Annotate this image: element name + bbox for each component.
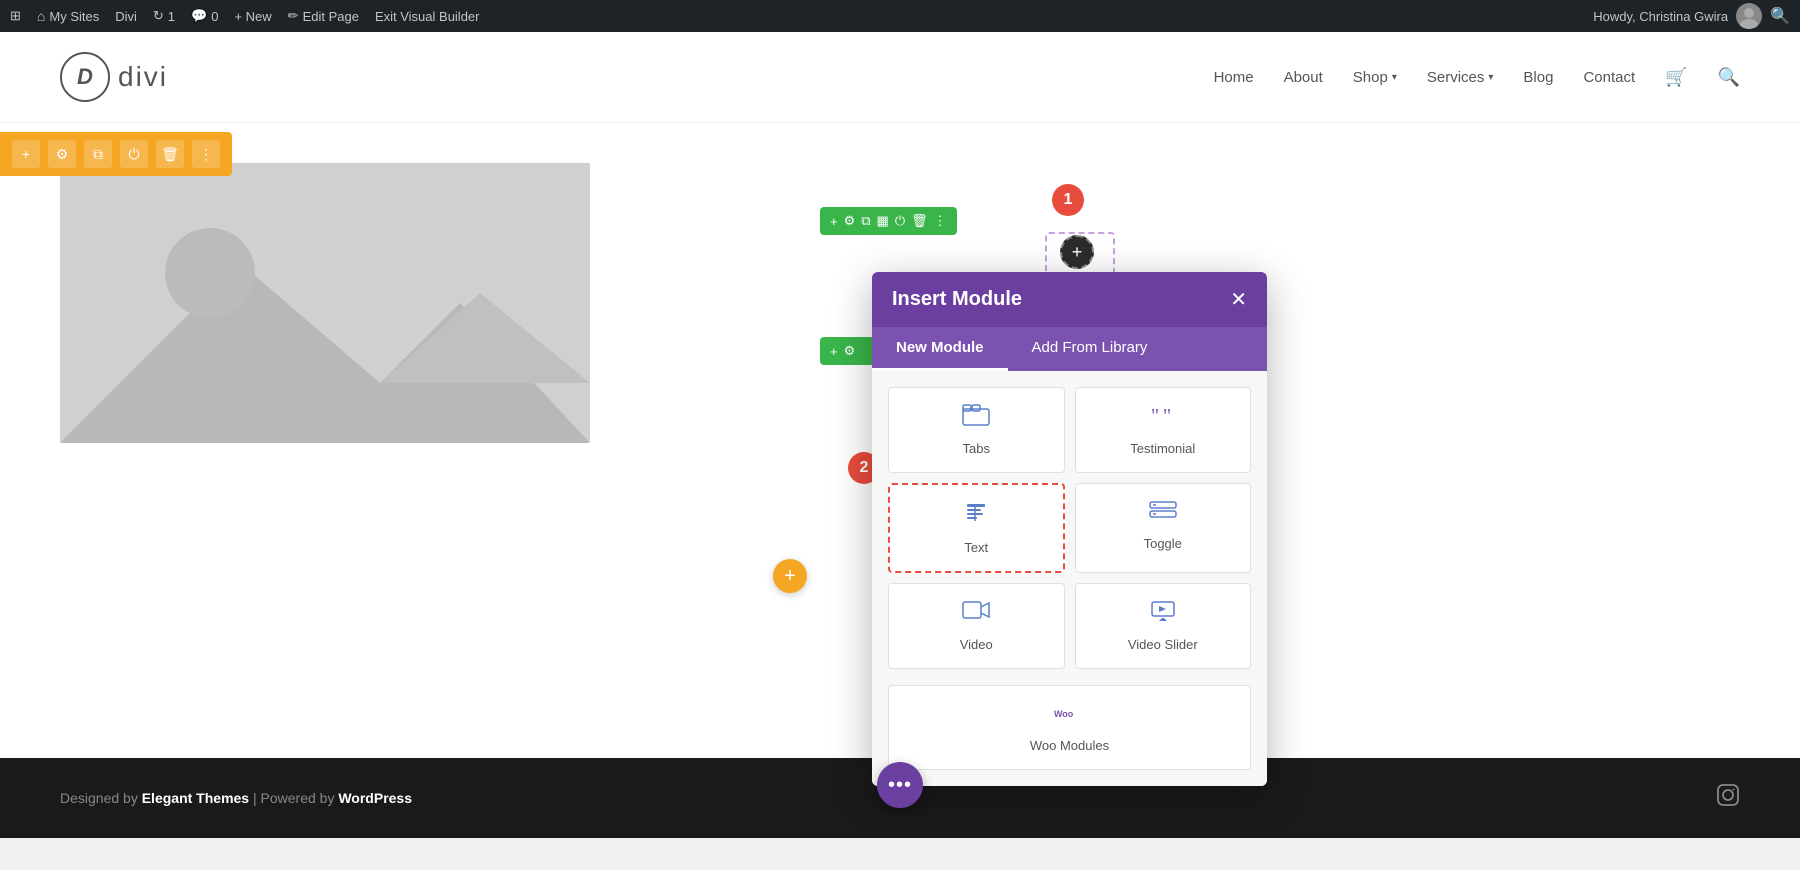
new-label: + New (234, 9, 271, 24)
add-module-btn[interactable]: + (1060, 235, 1094, 269)
logo-letter: D (77, 64, 93, 90)
cart-icon[interactable]: 🛒 (1665, 67, 1687, 88)
svg-text:": " (1151, 405, 1159, 426)
module-tabs[interactable]: Tabs (888, 387, 1065, 473)
row-grid-btn[interactable]: ▦ (877, 213, 889, 229)
toolbar-settings-btn[interactable]: ⚙ (48, 140, 76, 168)
module-woo[interactable]: Woo Woo Modules (888, 685, 1251, 770)
testimonial-icon: " " (1149, 404, 1177, 433)
shop-arrow-icon: ▾ (1392, 72, 1397, 83)
dialog-header: Insert Module ✕ (872, 272, 1267, 327)
exit-label: Exit Visual Builder (375, 9, 480, 24)
edit-page-btn[interactable]: ✏ Edit Page (288, 8, 359, 24)
video-label: Video (960, 637, 993, 652)
section-builder-toolbar: + ⚙ ⧉ ⏻ 🗑 ⋮ (0, 132, 232, 176)
nav-search-icon[interactable]: 🔍 (1718, 67, 1740, 88)
module-toggle[interactable]: Toggle (1075, 483, 1252, 573)
row-add-btn[interactable]: + (830, 214, 838, 229)
site-header: D divi Home About Shop ▾ Services ▾ Blog (0, 32, 1800, 123)
services-arrow-icon: ▾ (1488, 72, 1493, 83)
divi-btn[interactable]: Divi (115, 9, 137, 24)
howdy-text: Howdy, Christina Gwira (1593, 9, 1728, 24)
dialog-tabs: New Module Add From Library (872, 327, 1267, 371)
update-icon: ↻ (153, 8, 164, 24)
row-settings-btn[interactable]: ⚙ (844, 213, 856, 229)
toggle-label: Toggle (1144, 536, 1182, 551)
admin-bar-right: Howdy, Christina Gwira 🔍 (1593, 3, 1790, 29)
site-wrapper: D divi Home About Shop ▾ Services ▾ Blog (0, 32, 1800, 838)
image-placeholder (60, 163, 590, 443)
tabs-icon (962, 404, 990, 433)
avatar (1736, 3, 1762, 29)
row-duplicate-btn[interactable]: ⧉ (861, 213, 870, 229)
logo-circle: D (60, 52, 110, 102)
svg-text:": " (1163, 405, 1171, 426)
footer-instagram-icon[interactable] (1716, 783, 1740, 813)
svg-text:Woo: Woo (1054, 709, 1074, 719)
text-label: Text (964, 540, 988, 555)
toolbar-toggle-btn[interactable]: ⏻ (120, 140, 148, 168)
toggle-icon (1149, 500, 1177, 528)
toolbar-add-btn[interactable]: + (12, 140, 40, 168)
video-slider-icon (1149, 600, 1177, 629)
video-icon (962, 600, 990, 629)
comments-count: 0 (211, 9, 218, 24)
module-text[interactable]: Text (888, 483, 1065, 573)
woo-label: Woo Modules (1030, 738, 1109, 753)
woo-row: Woo Woo Modules (872, 685, 1267, 786)
row2-add-btn[interactable]: + (830, 344, 838, 359)
tab-new-module[interactable]: New Module (872, 327, 1008, 371)
row-delete-btn[interactable]: 🗑 (911, 213, 928, 229)
row2-settings-btn[interactable]: ⚙ (844, 343, 856, 359)
my-sites-btn[interactable]: ⌂ My Sites (37, 8, 99, 24)
insert-module-dialog: Insert Module ✕ New Module Add From Libr… (872, 272, 1267, 786)
toolbar-more-btn[interactable]: ⋮ (192, 140, 220, 168)
nav-shop[interactable]: Shop ▾ (1353, 69, 1397, 86)
site-logo[interactable]: D divi (60, 52, 168, 102)
video-slider-label: Video Slider (1128, 637, 1198, 652)
nav-about[interactable]: About (1284, 69, 1323, 86)
row-toggle-btn[interactable]: ⏻ (895, 213, 905, 229)
row-builder-toolbar: + ⚙ ⧉ ▦ ⏻ 🗑 ⋮ (820, 207, 957, 235)
comments-btn[interactable]: 💬 0 (191, 8, 218, 24)
toolbar-duplicate-btn[interactable]: ⧉ (84, 140, 112, 168)
my-sites-label: My Sites (49, 9, 99, 24)
nav-services[interactable]: Services ▾ (1427, 69, 1494, 86)
comment-icon: 💬 (191, 8, 207, 24)
logo-name: divi (118, 61, 168, 93)
text-icon (964, 501, 988, 532)
row-more-btn[interactable]: ⋮ (934, 213, 947, 229)
testimonial-label: Testimonial (1130, 441, 1195, 456)
site-nav: Home About Shop ▾ Services ▾ Blog Contac… (1214, 67, 1740, 88)
footer-text: Designed by Elegant Themes | Powered by … (60, 790, 412, 806)
dialog-close-btn[interactable]: ✕ (1230, 290, 1247, 310)
updates-count: 1 (168, 9, 175, 24)
wp-logo[interactable]: ⊞ (10, 8, 21, 24)
dialog-title: Insert Module (892, 288, 1022, 311)
new-btn[interactable]: + New (234, 9, 271, 24)
edit-page-label: Edit Page (303, 9, 359, 24)
center-add-btn[interactable]: + (773, 559, 807, 593)
wp-icon: ⊞ (10, 8, 21, 24)
nav-home[interactable]: Home (1214, 69, 1254, 86)
admin-search-icon[interactable]: 🔍 (1770, 6, 1790, 26)
admin-bar: ⊞ ⌂ My Sites Divi ↻ 1 💬 0 + New ✏ Edit P… (0, 0, 1800, 32)
tab-add-from-library[interactable]: Add From Library (1008, 327, 1172, 371)
module-video-slider[interactable]: Video Slider (1075, 583, 1252, 669)
bottom-dots-btn[interactable]: ••• (877, 762, 923, 808)
nav-blog[interactable]: Blog (1523, 69, 1553, 86)
dialog-body: Tabs " " Testimonial (872, 371, 1267, 685)
tabs-label: Tabs (963, 441, 990, 456)
divi-label: Divi (115, 9, 137, 24)
module-testimonial[interactable]: " " Testimonial (1075, 387, 1252, 473)
module-video[interactable]: Video (888, 583, 1065, 669)
house-icon: ⌂ (37, 8, 45, 24)
exit-builder-btn[interactable]: Exit Visual Builder (375, 9, 480, 24)
nav-contact[interactable]: Contact (1583, 69, 1635, 86)
toolbar-delete-btn[interactable]: 🗑 (156, 140, 184, 168)
edit-icon: ✏ (288, 8, 299, 24)
updates-btn[interactable]: ↻ 1 (153, 8, 175, 24)
step-badge-1: 1 (1052, 184, 1084, 216)
woo-icon: Woo (1054, 702, 1086, 730)
